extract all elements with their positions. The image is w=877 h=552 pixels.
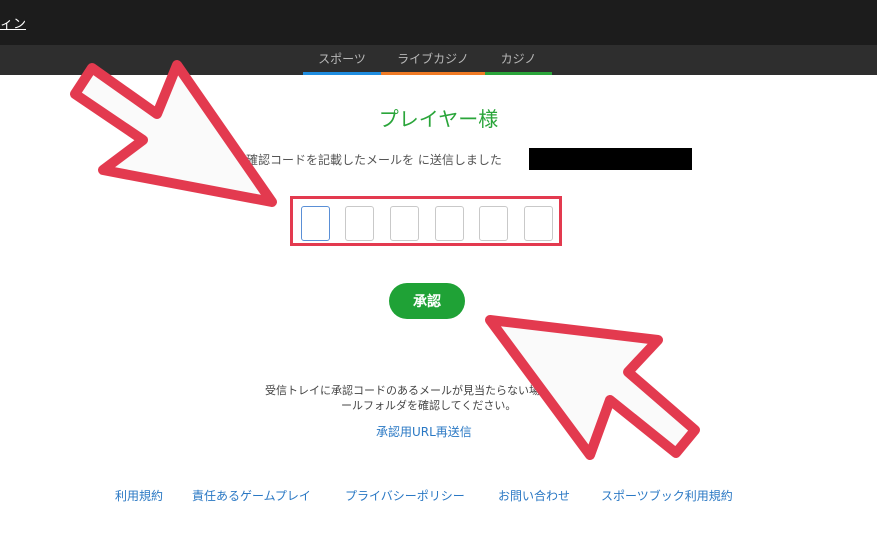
login-link[interactable]: ィン bbox=[0, 13, 26, 32]
footer-link-responsible-gaming[interactable]: 責任あるゲームプレイ bbox=[192, 487, 311, 504]
code-digit-3[interactable] bbox=[390, 206, 419, 241]
footer-link-terms[interactable]: 利用規約 bbox=[115, 487, 163, 504]
code-digit-1[interactable] bbox=[301, 206, 330, 241]
top-bar: ィン bbox=[0, 0, 877, 45]
code-digit-4[interactable] bbox=[435, 206, 464, 241]
arrow-to-code-icon bbox=[70, 60, 277, 207]
sent-message: ト確認コードを記載したメールを に送信しました bbox=[234, 153, 502, 167]
tab-sports[interactable]: スポーツ bbox=[303, 45, 381, 75]
verification-page: ィン スポーツ ライブカジノ カジノ プレイヤー様 ト確認コードを記載したメール… bbox=[0, 0, 877, 552]
code-digit-2[interactable] bbox=[345, 206, 374, 241]
product-nav: スポーツ ライブカジノ カジノ bbox=[0, 45, 877, 75]
tab-live-casino[interactable]: ライブカジノ bbox=[381, 45, 485, 75]
page-title: プレイヤー様 bbox=[378, 107, 499, 131]
annotation-arrows bbox=[70, 60, 700, 460]
footer-link-sportsbook-terms[interactable]: スポーツブック利用規約 bbox=[601, 487, 733, 504]
help-text-line-1: 受信トレイに承認コードのあるメールが見当たらない場 bbox=[265, 384, 540, 397]
tab-casino[interactable]: カジノ bbox=[485, 45, 552, 75]
help-text-line-2: ールフォルダを確認してください。 bbox=[341, 399, 517, 412]
code-digit-5[interactable] bbox=[479, 206, 508, 241]
code-digit-6[interactable] bbox=[524, 206, 553, 241]
footer-link-privacy[interactable]: プライバシーポリシー bbox=[345, 487, 465, 504]
approve-button[interactable]: 承認 bbox=[389, 283, 465, 319]
resend-url-link[interactable]: 承認用URL再送信 bbox=[376, 423, 472, 440]
verification-code-group bbox=[290, 196, 562, 246]
footer-link-contact[interactable]: お問い合わせ bbox=[498, 487, 570, 504]
redacted-email bbox=[529, 148, 692, 170]
